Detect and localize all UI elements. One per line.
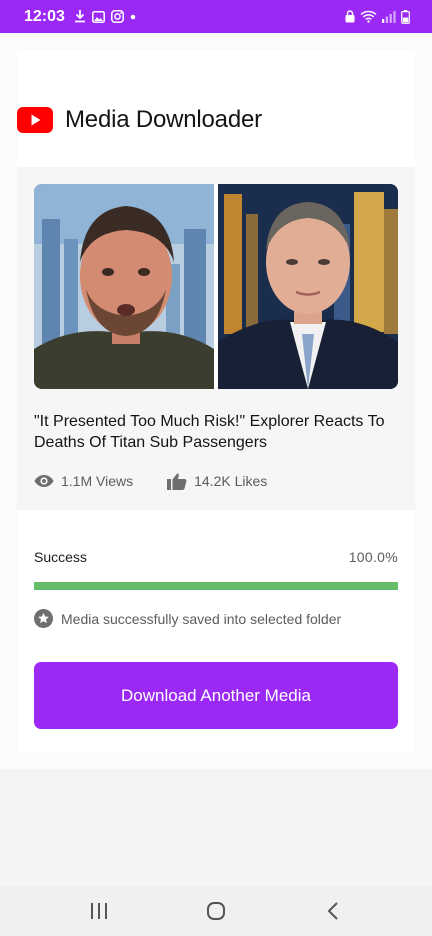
dot-icon — [130, 14, 136, 19]
status-system-icons — [345, 9, 410, 24]
wifi-icon — [360, 10, 377, 23]
home-button[interactable] — [196, 891, 236, 931]
success-message: Media successfully saved into selected f… — [61, 610, 342, 627]
status-bar: 12:03 — [0, 0, 432, 33]
thumbs-up-icon — [167, 473, 187, 490]
progress-bar-fill — [34, 582, 398, 590]
navigation-bar — [0, 886, 432, 936]
video-title: "It Presented Too Much Risk!" Explorer R… — [34, 413, 385, 451]
instagram-icon — [110, 10, 124, 23]
views-stat: 1.1M Views — [34, 473, 133, 489]
lock-icon — [345, 10, 355, 23]
video-thumbnail[interactable] — [34, 184, 398, 389]
star-badge-icon — [34, 609, 53, 628]
progress-percent: 100.0% — [348, 549, 398, 565]
media-info-section: "It Presented Too Much Risk!" Explorer R… — [17, 167, 415, 510]
video-stats: 1.1M Views 14.2K Likes — [34, 472, 267, 490]
recent-apps-button[interactable] — [79, 891, 119, 931]
back-icon — [327, 902, 339, 920]
image-icon — [91, 10, 105, 23]
success-message-row: Media successfully saved into selected f… — [34, 609, 341, 628]
app-title: Media Downloader — [65, 106, 262, 133]
signal-icon — [382, 11, 396, 23]
progress-header: Success 100.0% — [34, 549, 398, 565]
views-count: 1.1M Views — [61, 473, 134, 489]
back-button[interactable] — [313, 891, 353, 931]
eye-icon — [34, 475, 54, 487]
youtube-logo — [17, 107, 53, 133]
recent-apps-icon — [90, 903, 107, 919]
app-header: Media Downloader — [17, 104, 262, 136]
download-icon — [74, 10, 85, 23]
status-notification-icons — [74, 10, 136, 23]
home-icon — [206, 902, 225, 920]
status-label: Success — [34, 549, 87, 565]
status-time: 12:03 — [24, 7, 65, 25]
likes-count: 14.2K Likes — [194, 473, 268, 489]
likes-stat: 14.2K Likes — [167, 472, 267, 490]
thumbnail-image — [34, 184, 398, 389]
main-card: Media Downloader "It Presented Too Much … — [17, 50, 415, 752]
download-another-button[interactable]: Download Another Media — [34, 662, 398, 729]
progress-bar — [34, 582, 398, 590]
battery-icon — [401, 9, 410, 24]
